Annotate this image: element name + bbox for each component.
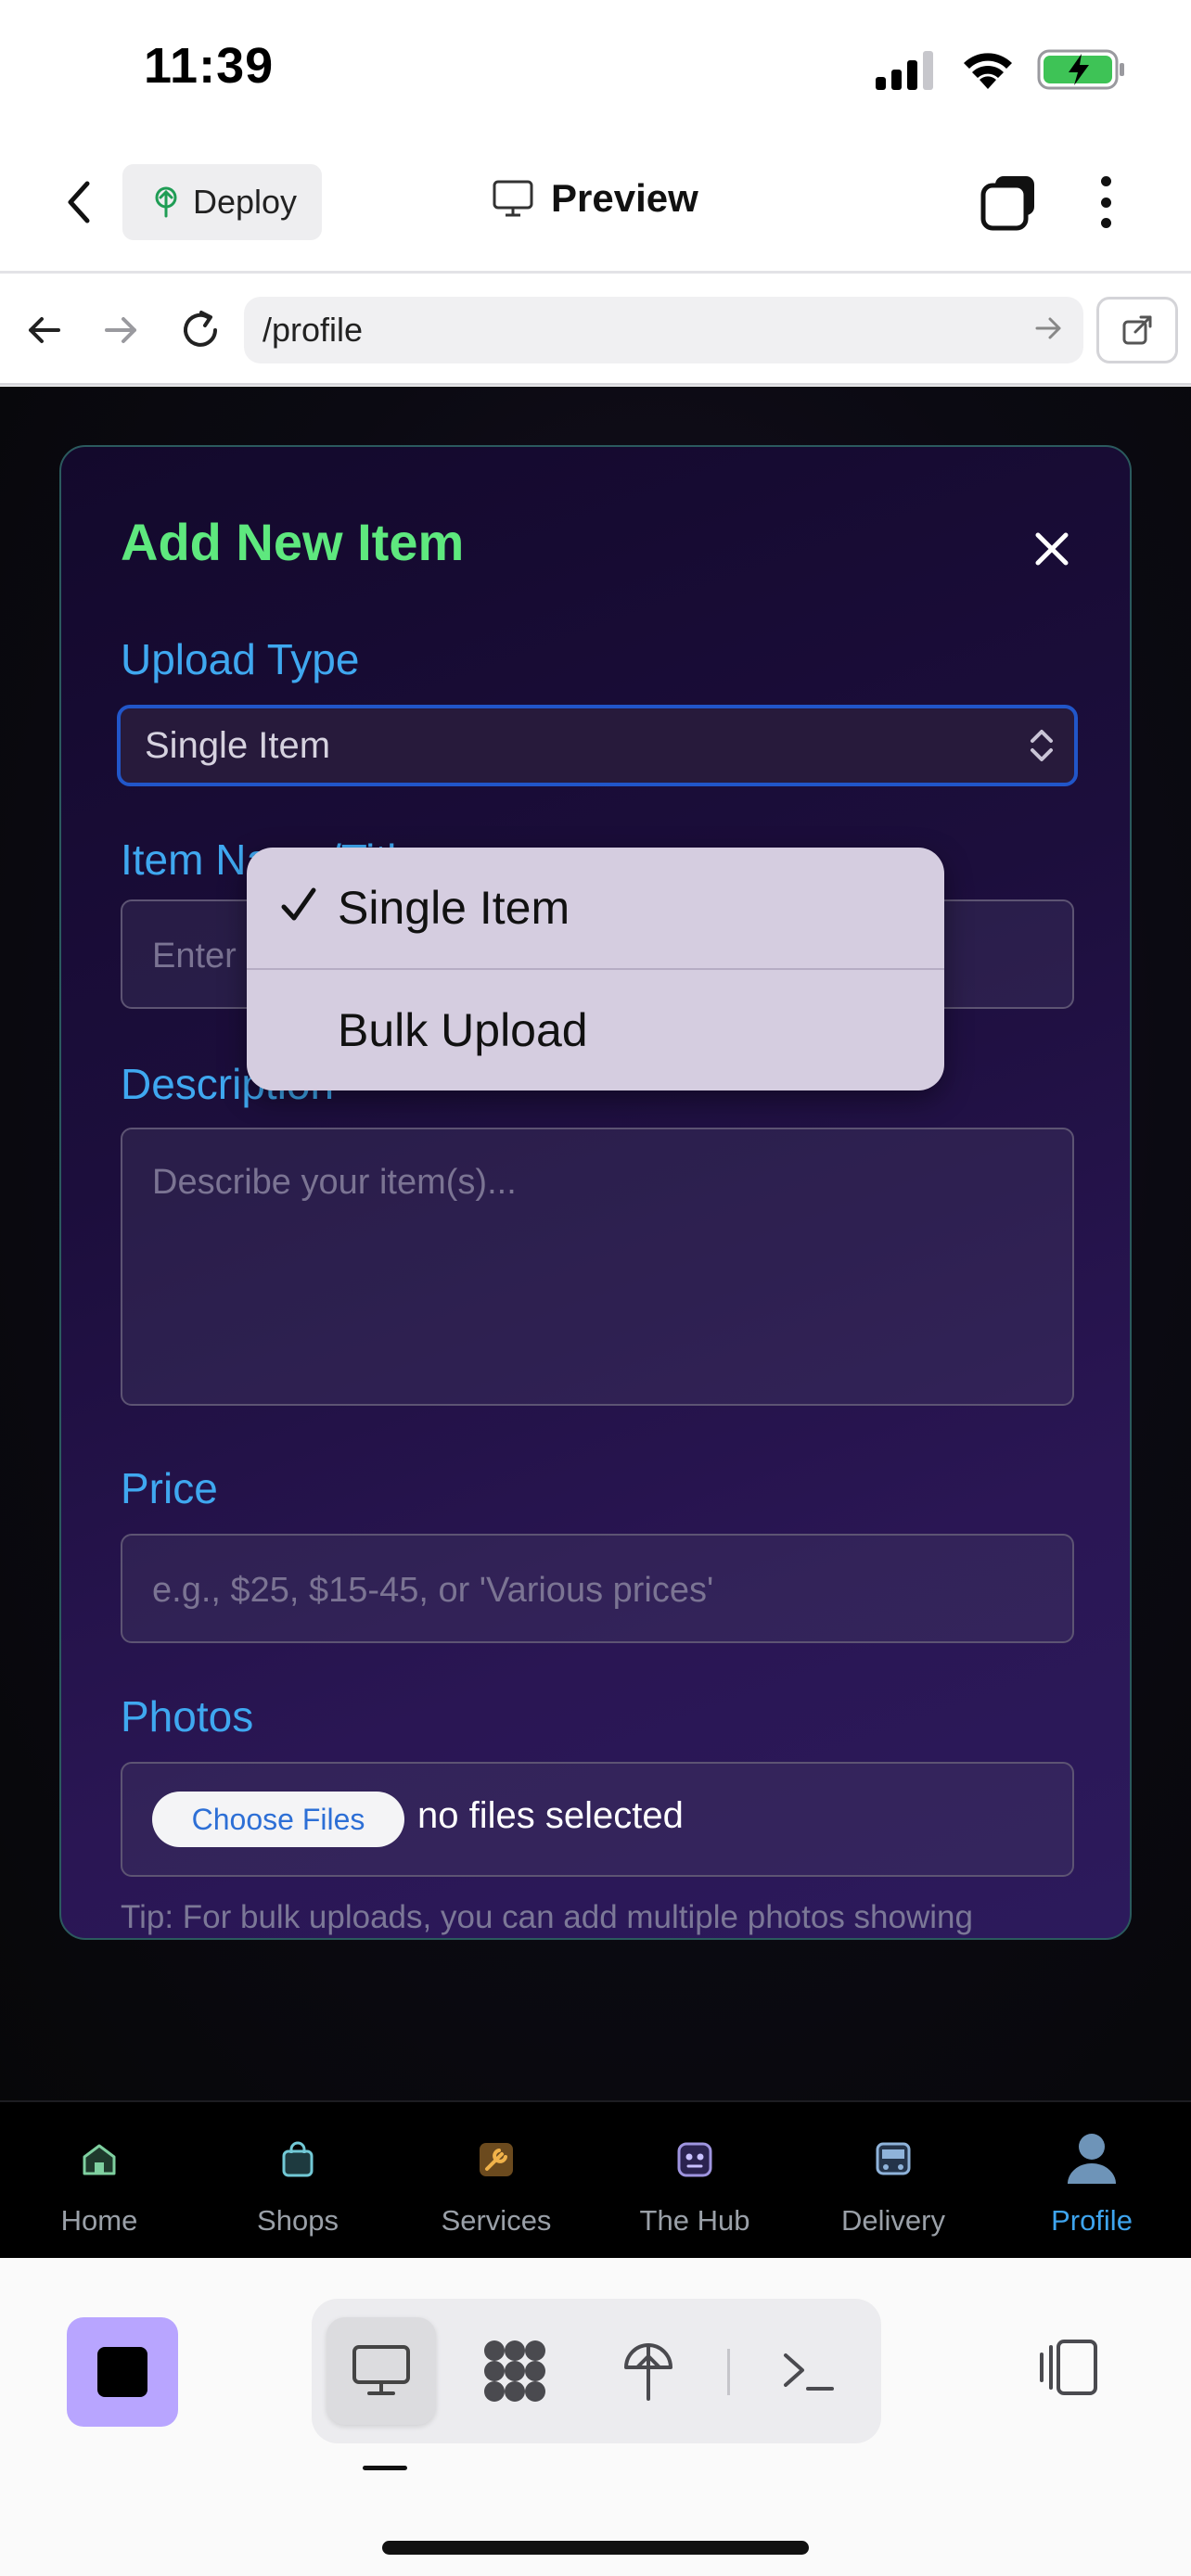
- close-button[interactable]: [1026, 523, 1078, 575]
- nav-label: Home: [60, 2204, 138, 2237]
- arrow-left-icon: [29, 317, 60, 343]
- nav-label: Services: [441, 2204, 552, 2237]
- dropdown-option-single-item[interactable]: Single Item: [247, 848, 944, 968]
- go-arrow-icon[interactable]: [1033, 313, 1063, 343]
- price-placeholder: e.g., $25, $15-45, or 'Various prices': [152, 1571, 714, 1610]
- more-options-button[interactable]: [1087, 172, 1124, 232]
- nav-item-profile[interactable]: Profile: [992, 2102, 1191, 2260]
- dropdown-option-label: Single Item: [338, 882, 570, 934]
- panel-layout-icon: [1040, 2340, 1097, 2395]
- open-external-button[interactable]: [1096, 297, 1178, 363]
- app-viewport: Add New Item Upload Type Single Item Ite…: [0, 387, 1191, 2100]
- nav-item-services[interactable]: Services: [397, 2102, 596, 2260]
- status-bar: 11:39: [0, 0, 1191, 139]
- back-button[interactable]: [56, 174, 102, 230]
- deploy-icon: [155, 186, 177, 218]
- upload-type-label: Upload Type: [121, 635, 360, 683]
- price-input[interactable]: e.g., $25, $15-45, or 'Various prices': [121, 1534, 1074, 1643]
- arrow-right-icon: [105, 317, 136, 343]
- url-text: /profile: [263, 311, 364, 349]
- monitor-icon: [352, 2345, 410, 2395]
- shopping-bag-icon: [277, 2139, 318, 2180]
- more-dot-icon: [1100, 176, 1111, 186]
- url-field[interactable]: /profile: [244, 297, 1083, 363]
- dropdown-option-label: Bulk Upload: [338, 1004, 588, 1056]
- workspace-toolbar: [0, 2258, 1191, 2576]
- deploy-label: Deploy: [193, 183, 298, 221]
- photos-label: Photos: [121, 1692, 254, 1741]
- reload-button[interactable]: [174, 304, 226, 356]
- chevron-left-icon: [68, 181, 90, 223]
- home-icon: [79, 2139, 120, 2180]
- console-tool-button[interactable]: [753, 2317, 863, 2425]
- deploy-button[interactable]: Deploy: [122, 164, 322, 240]
- photos-file-input: Choose Files no files selected: [121, 1762, 1074, 1877]
- nav-item-shops[interactable]: Shops: [198, 2102, 397, 2260]
- browser-back-button[interactable]: [19, 304, 70, 356]
- home-indicator: [382, 2541, 809, 2555]
- bulk-upload-tip: Tip: For bulk uploads, you can add multi…: [121, 1899, 973, 1935]
- dropdown-option-bulk-upload[interactable]: Bulk Upload: [247, 970, 944, 1090]
- nav-label: Shops: [257, 2204, 339, 2237]
- more-dot-icon: [1100, 197, 1111, 208]
- toolbar-separator: [727, 2349, 730, 2395]
- close-icon: [1035, 532, 1069, 566]
- upload-type-value: Single Item: [145, 724, 331, 766]
- wifi-icon: [964, 53, 1012, 89]
- external-link-icon: [1122, 315, 1152, 345]
- status-icons: [874, 48, 1126, 91]
- browser-url-bar: /profile: [0, 276, 1191, 386]
- file-status: no files selected: [417, 1795, 684, 1836]
- active-tool-indicator: [363, 2466, 407, 2470]
- description-textarea[interactable]: Describe your item(s)...: [121, 1128, 1074, 1406]
- panel-toggle-button[interactable]: [1031, 2332, 1102, 2403]
- stop-icon: [97, 2347, 147, 2397]
- battery-charging-icon: [1037, 49, 1124, 90]
- preview-title: Preview: [551, 176, 698, 220]
- bus-icon: [873, 2139, 914, 2180]
- tabs-icon: [980, 176, 1034, 231]
- bottom-navigation: Home Shops Services The Hub Delivery Pro…: [0, 2100, 1191, 2258]
- deploy-tool-button[interactable]: [594, 2317, 703, 2425]
- add-item-modal: Add New Item Upload Type Single Item Ite…: [59, 445, 1132, 1940]
- more-dot-icon: [1100, 218, 1111, 228]
- reload-icon: [184, 311, 217, 347]
- tool-switcher: [312, 2299, 881, 2443]
- grid-blob-icon: [484, 2340, 545, 2402]
- nav-item-home[interactable]: Home: [0, 2102, 198, 2260]
- description-placeholder: Describe your item(s)...: [152, 1163, 517, 1202]
- tools-icon: [476, 2139, 517, 2180]
- signal-icon: [876, 51, 933, 90]
- deploy-icon: [624, 2343, 672, 2401]
- robot-face-icon: [674, 2139, 715, 2180]
- nav-label: Profile: [1051, 2204, 1133, 2237]
- monitor-icon: [493, 180, 533, 217]
- checkmark-icon: [281, 887, 316, 921]
- browser-forward-button[interactable]: [95, 304, 147, 356]
- price-label: Price: [121, 1464, 218, 1512]
- choose-files-button[interactable]: Choose Files: [152, 1792, 404, 1847]
- preview-tool-button[interactable]: [327, 2317, 436, 2425]
- upload-type-select[interactable]: Single Item: [117, 705, 1078, 786]
- terminal-icon: [784, 2353, 834, 2391]
- modal-title: Add New Item: [121, 513, 465, 571]
- preview-tab-title: Preview: [492, 176, 698, 221]
- apps-tool-button[interactable]: [460, 2317, 570, 2425]
- nav-label: The Hub: [639, 2204, 750, 2237]
- tabs-button[interactable]: [979, 172, 1038, 232]
- upload-type-dropdown: Single Item Bulk Upload: [247, 848, 944, 1090]
- select-chevron-icon: [1031, 730, 1053, 761]
- status-time: 11:39: [144, 38, 275, 94]
- nav-item-delivery[interactable]: Delivery: [794, 2102, 992, 2260]
- stop-button[interactable]: [67, 2317, 178, 2427]
- app-top-bar: Deploy Preview: [0, 139, 1191, 274]
- nav-item-the-hub[interactable]: The Hub: [596, 2102, 794, 2260]
- profile-icon: [1062, 2128, 1121, 2187]
- nav-label: Delivery: [841, 2204, 945, 2237]
